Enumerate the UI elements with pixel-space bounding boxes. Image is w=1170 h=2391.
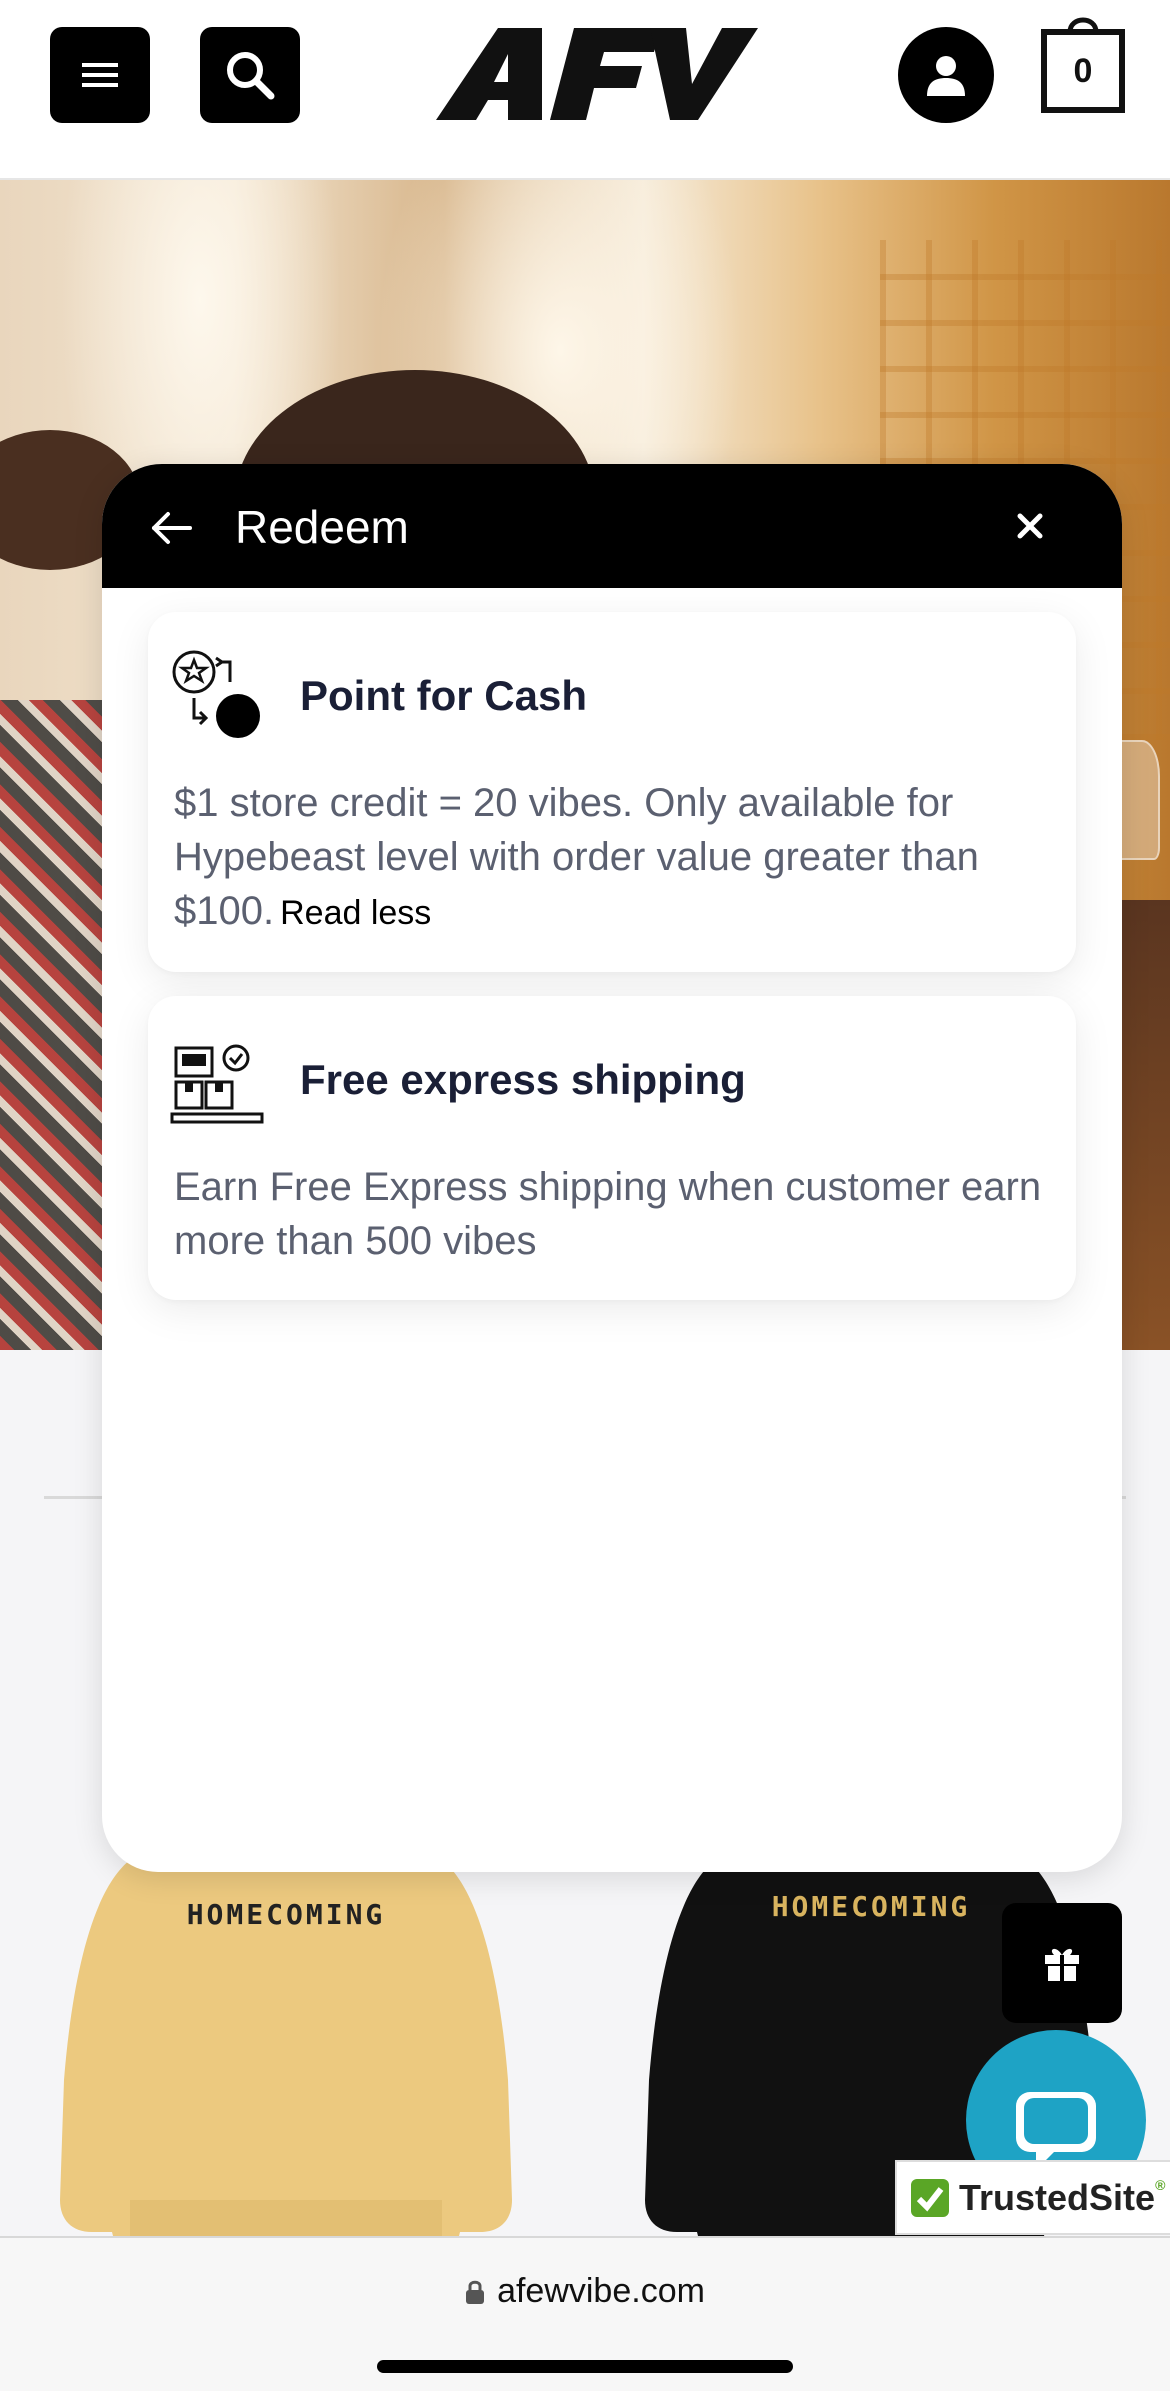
card-title: Point for Cash: [300, 672, 588, 719]
modal-title: Redeem: [235, 501, 409, 553]
card-description: $1 store credit = 20 vibes. Only availab…: [174, 781, 979, 933]
card-description: Earn Free Express shipping when customer…: [174, 1165, 1042, 1263]
afv-logo[interactable]: [436, 26, 758, 124]
product-sweater-yellow[interactable]: HOMECOMING: [60, 1860, 512, 2240]
browser-url-bar: afewvibe.com: [0, 2236, 1170, 2391]
trustedsite-label: TrustedSite®: [959, 2176, 1166, 2218]
shipping-boxes-icon: [170, 1044, 264, 1124]
read-less-link[interactable]: Read less: [280, 894, 431, 932]
search-button[interactable]: [200, 27, 300, 123]
home-indicator[interactable]: [377, 2360, 793, 2373]
cart-count: 0: [1073, 52, 1093, 90]
rewards-gift-button[interactable]: [1002, 1903, 1122, 2023]
trustedsite-badge[interactable]: TrustedSite®: [895, 2160, 1170, 2235]
cart-button[interactable]: 0: [1040, 10, 1126, 114]
sweater-yellow-label: HOMECOMING: [186, 1898, 386, 1931]
hamburger-icon: [82, 63, 118, 87]
reward-card-free-express-shipping[interactable]: Free express shipping Earn Free Express …: [148, 996, 1076, 1300]
redeem-modal: Redeem Point for Cash $1 store credit = …: [102, 464, 1122, 1872]
back-arrow-icon[interactable]: [148, 504, 196, 552]
lock-icon: [466, 2280, 485, 2304]
url-text: afewvibe.com: [497, 2272, 705, 2310]
menu-button[interactable]: [50, 27, 150, 123]
card-title: Free express shipping: [300, 1056, 746, 1103]
points-exchange-icon: [172, 650, 260, 738]
url-display[interactable]: afewvibe.com: [0, 2272, 1170, 2314]
search-icon: [227, 52, 275, 100]
gift-icon: [1045, 1948, 1079, 1981]
checkmark-icon: [911, 2178, 949, 2217]
close-icon[interactable]: [1008, 504, 1052, 548]
reward-card-point-for-cash[interactable]: Point for Cash $1 store credit = 20 vibe…: [148, 612, 1076, 972]
site-header: 0: [0, 0, 1170, 180]
user-icon: [927, 56, 965, 96]
modal-header: Redeem: [102, 464, 1122, 588]
account-button[interactable]: [898, 27, 994, 123]
